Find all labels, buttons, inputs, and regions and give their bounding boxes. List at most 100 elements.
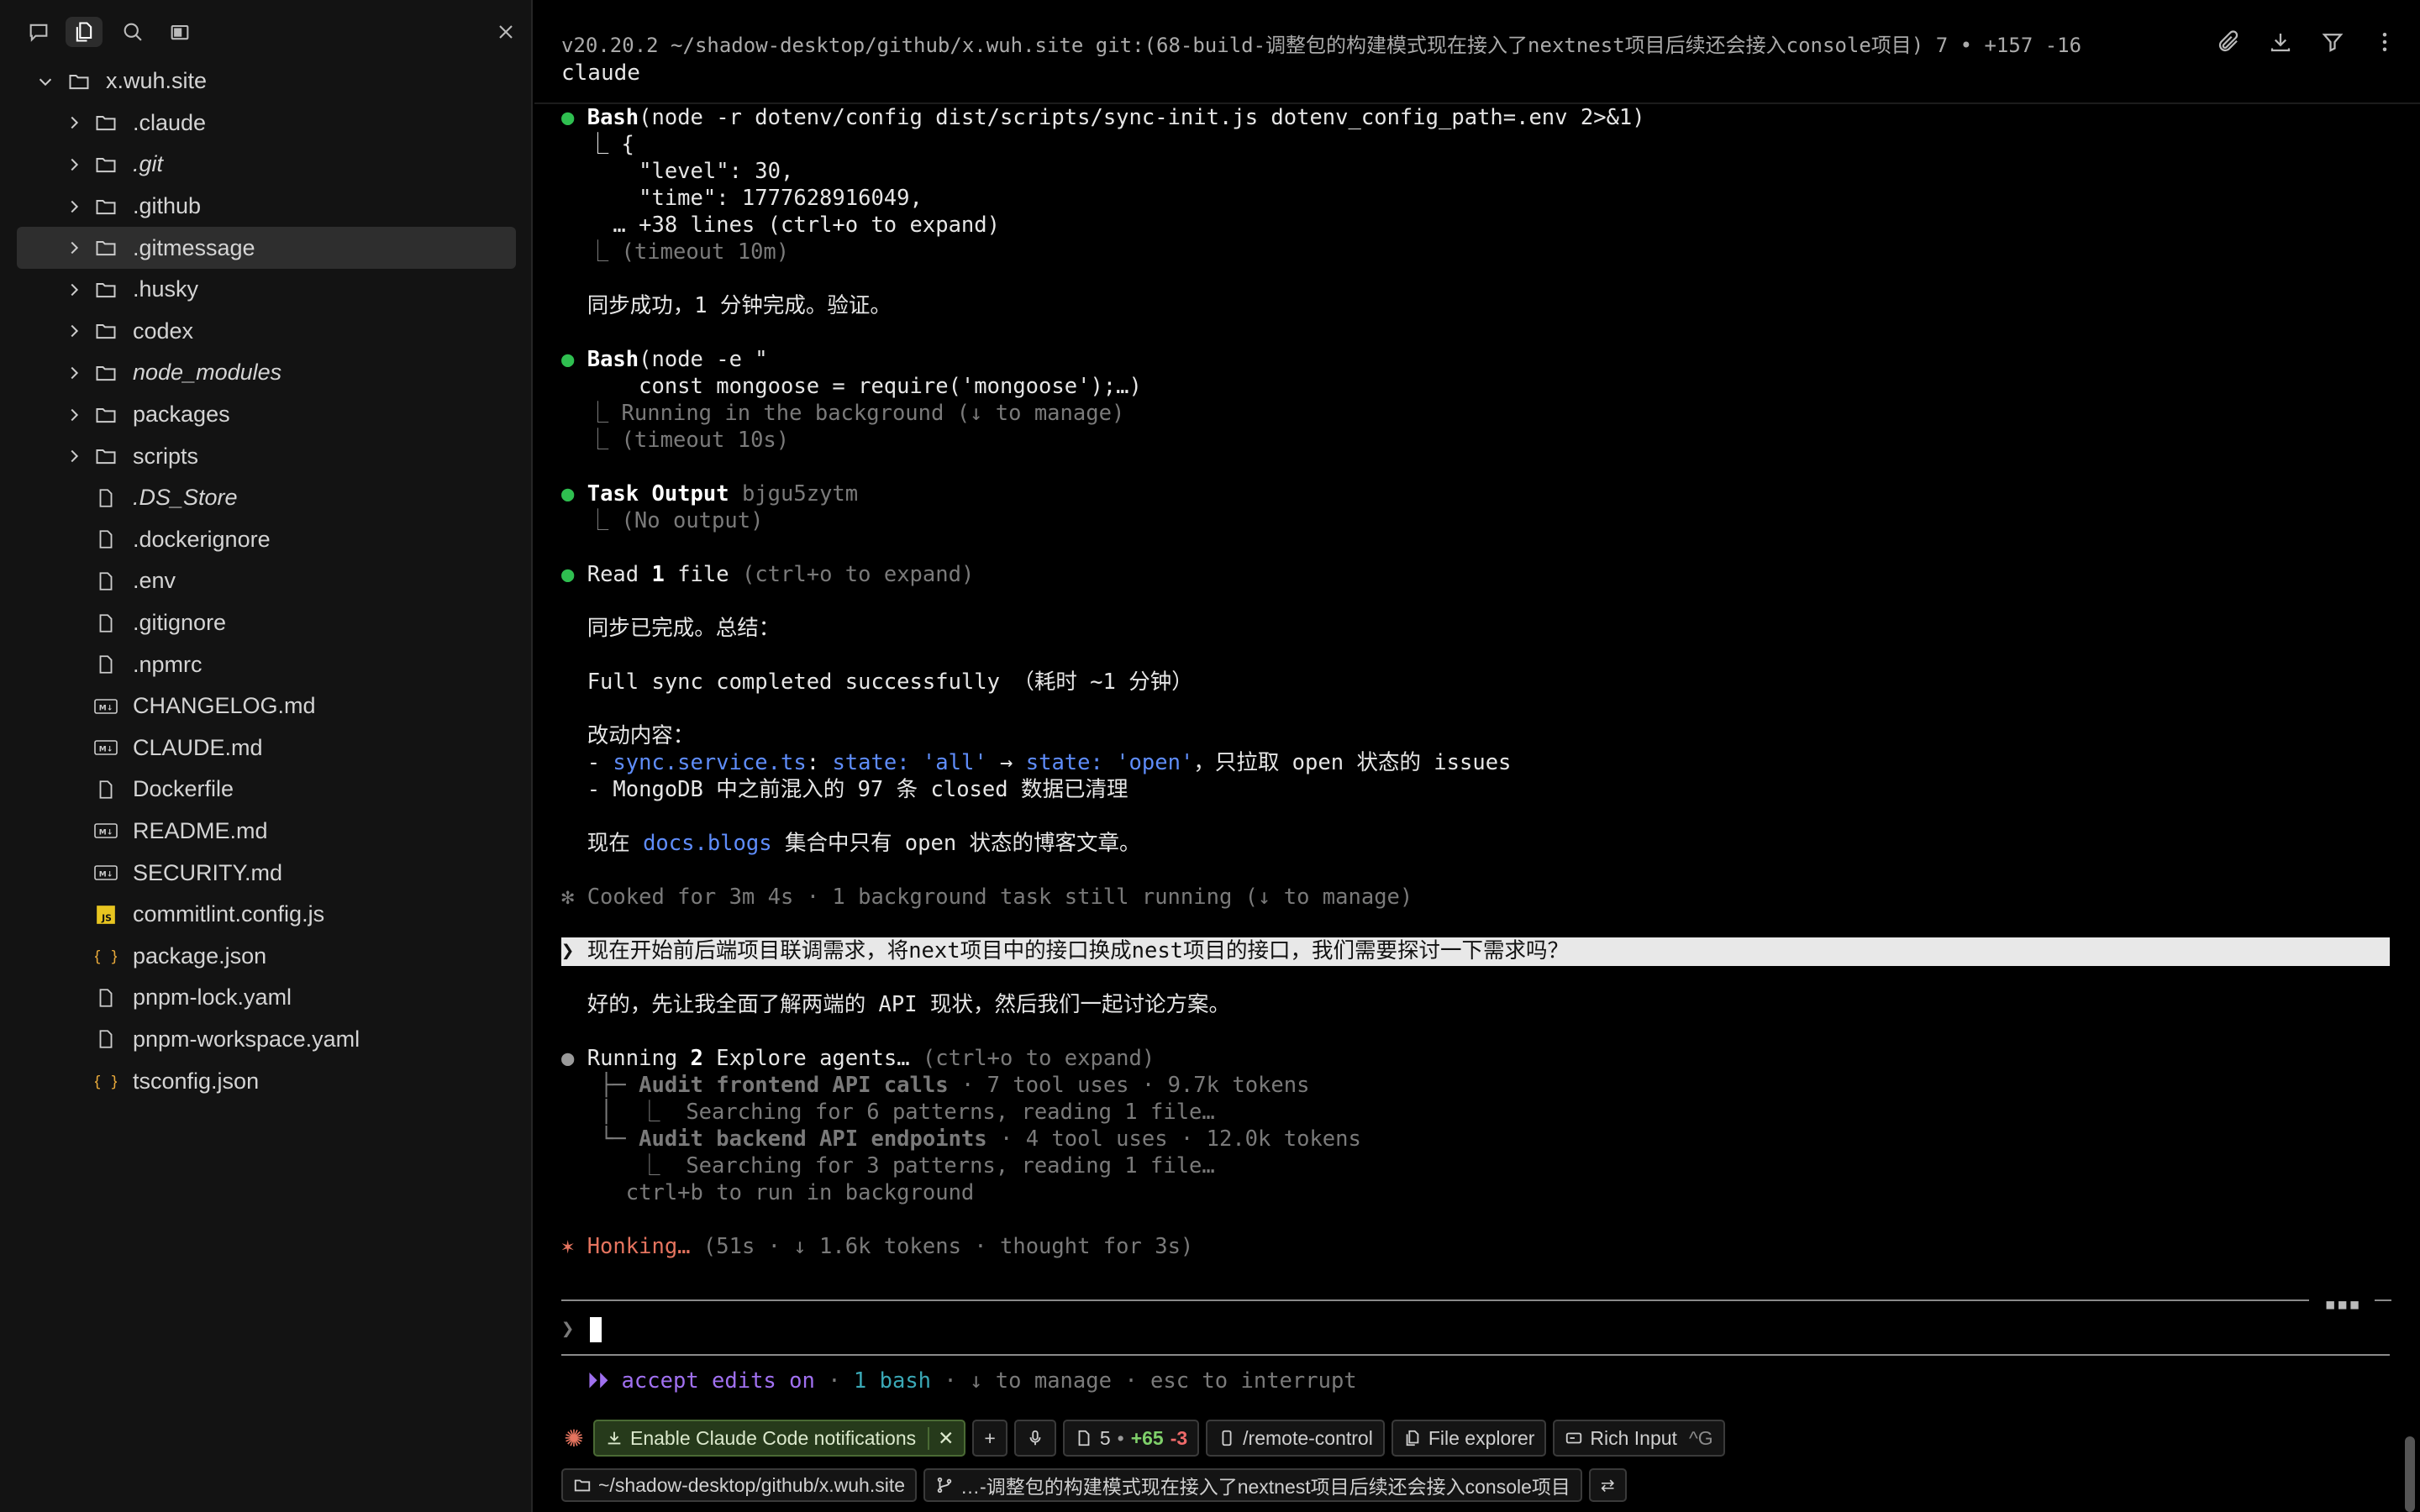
tree-item[interactable]: pnpm-lock.yaml <box>0 977 533 1019</box>
rich-input-button[interactable]: Rich Input ^G <box>1553 1420 1725 1457</box>
close-icon[interactable] <box>487 17 524 47</box>
text-span: Running <box>587 1046 691 1071</box>
tree-item[interactable]: { } package.json <box>0 935 533 977</box>
file-explorer-sidebar: x.wuh.site .claude .git .github .gitmessage… <box>0 0 533 1512</box>
prompt-char: ❯ <box>561 1316 575 1341</box>
add-button[interactable]: + <box>972 1420 1007 1457</box>
tree-item-label: CLAUDE.md <box>133 734 263 760</box>
assistant-text: Full sync completed successfully （耗时 ~1 … <box>561 669 1193 695</box>
plus-icon: + <box>984 1426 996 1449</box>
tree-item[interactable]: .npmrc <box>0 643 533 685</box>
tree-item[interactable]: packages <box>0 394 533 436</box>
chevron-right-icon <box>64 238 84 258</box>
folder-icon <box>92 318 119 344</box>
code-span: state: 'all' <box>832 750 987 775</box>
cwd-chip[interactable]: ~/shadow-desktop/github/x.wuh.site <box>561 1468 918 1502</box>
tree-item-label: .env <box>133 568 176 594</box>
switch-branch-button[interactable]: ⇄ <box>1588 1468 1627 1502</box>
agent-activity: ⎿ Searching for 3 patterns, reading 1 fi… <box>561 1153 1215 1179</box>
search-icon[interactable] <box>114 17 151 47</box>
svg-text:M↓: M↓ <box>99 871 113 879</box>
tree-item[interactable]: .gitmessage <box>17 227 516 269</box>
git-branch-icon <box>937 1477 952 1494</box>
filter-icon[interactable] <box>2319 29 2346 55</box>
download-icon[interactable] <box>2267 29 2294 55</box>
separator: · <box>814 1368 854 1394</box>
expand-hint: (ctrl+o to expand) <box>729 562 975 587</box>
running-command: claude <box>561 60 640 86</box>
more-vertical-icon[interactable] <box>2371 29 2398 55</box>
panel-layout-icon[interactable] <box>161 17 198 47</box>
microphone-button[interactable] <box>1013 1420 1056 1457</box>
tree-item[interactable]: codex <box>0 311 533 353</box>
tree-item[interactable]: M↓ CHANGELOG.md <box>0 685 533 727</box>
tree-item[interactable]: scripts <box>0 435 533 477</box>
tree-item[interactable]: pnpm-workspace.yaml <box>0 1019 533 1061</box>
remote-control-button[interactable]: /remote-control <box>1206 1420 1385 1457</box>
files-icon[interactable] <box>66 17 103 47</box>
file-tree: x.wuh.site .claude .git .github .gitmessage… <box>0 60 533 1102</box>
tree-item[interactable]: M↓ SECURITY.md <box>0 852 533 894</box>
text-cursor[interactable] <box>590 1317 602 1342</box>
tree-item-label: .gitmessage <box>133 234 255 260</box>
cwd-label: ~/shadow-desktop/github/x.wuh.site <box>598 1473 906 1496</box>
json-icon: { } <box>92 942 119 969</box>
files-icon <box>1406 1430 1419 1446</box>
branch-chip[interactable]: …-调整包的构建模式现在接入了nextnest项目后续还会接入console项目 <box>923 1468 1582 1502</box>
branch-label: …-调整包的构建模式现在接入了nextnest项目后续还会接入console项目 <box>960 1476 1570 1498</box>
expand-hint: (ctrl+o to expand) <box>909 1046 1155 1071</box>
spinner-stats: (51s · ↓ 1.6k tokens · thought for 3s) <box>690 1234 1194 1259</box>
terminal-pane[interactable]: v20.20.2 ~/shadow-desktop/github/x.wuh.s… <box>534 0 2420 1512</box>
read-count: 1 <box>651 562 665 587</box>
tool-name: Task Output <box>587 481 729 507</box>
tree-item[interactable]: node_modules <box>0 352 533 394</box>
tool-call-line: ● Bash(node -r dotenv/config dist/script… <box>561 104 1645 131</box>
tool-name: Bash <box>587 347 639 372</box>
tree-item[interactable]: .git <box>0 144 533 186</box>
lines-added: +65 <box>1130 1426 1164 1449</box>
tree-root[interactable]: x.wuh.site <box>0 60 533 102</box>
close-icon[interactable]: ✕ <box>928 1426 954 1450</box>
svg-text:{ }: { } <box>95 949 117 966</box>
output-line: const mongoose = require('mongoose');…) <box>561 374 1142 399</box>
tree-item[interactable]: .gitignore <box>0 602 533 644</box>
divider-end <box>2375 1299 2391 1301</box>
tree-item[interactable]: { } tsconfig.json <box>0 1060 533 1102</box>
javascript-icon: JS <box>92 901 119 928</box>
tree-item[interactable]: M↓ CLAUDE.md <box>0 727 533 769</box>
code-span: sync.service.ts <box>613 750 807 775</box>
output-line: ⎿ (No output) <box>561 508 764 533</box>
svg-text:JS: JS <box>101 912 112 923</box>
file-explorer-button[interactable]: File explorer <box>1391 1420 1547 1457</box>
tree-item[interactable]: M↓ README.md <box>0 811 533 853</box>
output-line: ⎿ Running in the background (↓ to manage… <box>561 401 1125 426</box>
tree-item[interactable]: .husky <box>0 269 533 311</box>
output-line: ⎿ { <box>561 132 634 157</box>
text-span: → <box>986 750 1026 775</box>
tree-item[interactable]: JS commitlint.config.js <box>0 894 533 936</box>
enable-notifications-button[interactable]: Enable Claude Code notifications ✕ <box>593 1420 966 1457</box>
more-horizontal-icon[interactable]: ▪▪▪ <box>2324 1292 2360 1315</box>
tree-item[interactable]: Dockerfile <box>0 769 533 811</box>
text-span: ，只拉取 open 状态的 issues <box>1193 750 1512 775</box>
file-icon <box>92 485 119 512</box>
tree-item[interactable]: .github <box>0 186 533 228</box>
assistant-text: - sync.service.ts: state: 'all' → state:… <box>561 749 1512 776</box>
tree-item[interactable]: .DS_Store <box>0 477 533 519</box>
tree-item[interactable]: .dockerignore <box>0 519 533 561</box>
chat-icon[interactable] <box>20 17 57 47</box>
tool-call-line: ● Bash(node -e " <box>561 346 768 373</box>
status-dot-icon: ● <box>561 347 575 372</box>
chevron-right-icon <box>64 321 84 341</box>
changes-button[interactable]: 5 • +65 -3 <box>1062 1420 1200 1457</box>
tree-item-label: .DS_Store <box>133 485 238 511</box>
svg-text:{ }: { } <box>95 1074 117 1091</box>
paperclip-icon[interactable] <box>2215 29 2242 55</box>
spinner-status: ✶ Honking… (51s · ↓ 1.6k tokens · though… <box>561 1233 1193 1260</box>
tree-item[interactable]: .claude <box>0 102 533 144</box>
scrollbar-thumb[interactable] <box>2405 1436 2415 1512</box>
tree-item[interactable]: .env <box>0 560 533 602</box>
output-line: ⎿ (timeout 10m) <box>561 239 790 265</box>
input-bottom-divider <box>561 1354 2390 1356</box>
output-line: "level": 30, <box>561 159 794 184</box>
